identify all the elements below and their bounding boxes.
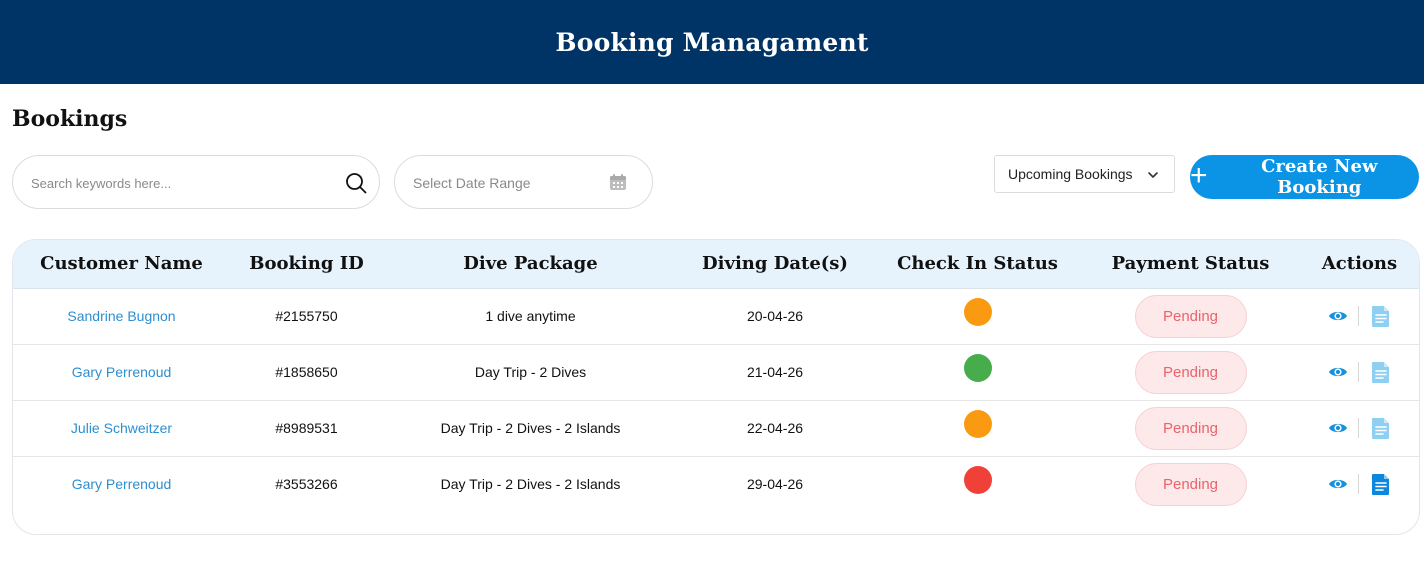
- customer-name-link[interactable]: Sandrine Bugnon: [13, 288, 230, 344]
- table-header-row: Customer Name Booking ID Dive Package Di…: [13, 240, 1419, 289]
- column-header-customer-name: Customer Name: [13, 240, 230, 289]
- chevron-down-icon: [1146, 168, 1160, 182]
- document-icon[interactable]: [1370, 305, 1392, 327]
- dive-package: Day Trip - 2 Dives - 2 Islands: [440, 476, 621, 493]
- document-icon[interactable]: [1370, 417, 1392, 439]
- payment-status-badge: Pending: [1134, 462, 1247, 506]
- check-in-status-dot: [963, 297, 992, 326]
- bookings-filter-select[interactable]: Upcoming Bookings: [994, 155, 1175, 193]
- actions-cell: [1298, 400, 1419, 456]
- table-row: Gary Perrenoud #3553266 Day Trip - 2 Div…: [13, 456, 1419, 512]
- customer-name-link[interactable]: Gary Perrenoud: [13, 456, 230, 512]
- date-range-picker: [394, 155, 653, 209]
- search-input[interactable]: [31, 171, 331, 195]
- dive-package: Day Trip - 2 Dives: [474, 364, 587, 380]
- column-header-dive-package: Dive Package: [383, 240, 678, 289]
- diving-date: 22-04-26: [746, 420, 804, 436]
- document-icon[interactable]: [1370, 473, 1392, 496]
- search-box: [12, 155, 380, 209]
- section-title: Bookings: [12, 106, 128, 132]
- document-icon[interactable]: [1370, 361, 1392, 383]
- dive-package: 1 dive anytime: [485, 308, 576, 324]
- actions-cell: [1298, 344, 1419, 400]
- action-divider: [1358, 362, 1359, 382]
- plus-icon: +: [1190, 158, 1208, 192]
- payment-status-cell: Pending: [1083, 344, 1298, 400]
- payment-status-cell: Pending: [1083, 400, 1298, 456]
- payment-status-cell: Pending: [1083, 456, 1298, 512]
- dive-package: Day Trip - 2 Dives - 2 Islands: [440, 420, 621, 436]
- date-range-input[interactable]: [413, 171, 603, 195]
- customer-name-link[interactable]: Gary Perrenoud: [13, 344, 230, 400]
- action-divider: [1358, 474, 1359, 495]
- check-in-status-cell: [872, 400, 1083, 456]
- check-in-status-cell: [872, 456, 1083, 512]
- check-in-status-cell: [872, 344, 1083, 400]
- diving-date: 21-04-26: [746, 364, 804, 380]
- booking-id: #1858650: [275, 364, 338, 380]
- column-header-actions: Actions: [1298, 240, 1419, 289]
- check-in-status-cell: [872, 288, 1083, 344]
- create-button-label: Create New Booking: [1261, 156, 1378, 198]
- payment-status-badge: Pending: [1134, 350, 1247, 394]
- app-header: Booking Managament: [0, 0, 1424, 84]
- booking-id: #3553266: [275, 476, 338, 493]
- view-eye-icon[interactable]: [1327, 417, 1349, 439]
- column-header-booking-id: Booking ID: [230, 240, 383, 289]
- customer-name-link[interactable]: Julie Schweitzer: [13, 400, 230, 456]
- booking-id: #8989531: [275, 420, 338, 436]
- check-in-status-dot: [963, 465, 992, 494]
- table-row: Gary Perrenoud #1858650 Day Trip - 2 Div…: [13, 344, 1419, 400]
- view-eye-icon[interactable]: [1327, 305, 1349, 327]
- payment-status-badge: Pending: [1134, 406, 1247, 450]
- table-row: Julie Schweitzer #8989531 Day Trip - 2 D…: [13, 400, 1419, 456]
- calendar-icon[interactable]: [608, 172, 628, 192]
- column-header-payment-status: Payment Status: [1083, 240, 1298, 289]
- search-icon[interactable]: [345, 172, 367, 194]
- actions-cell: [1298, 456, 1419, 512]
- page-title: Booking Managament: [555, 27, 869, 57]
- create-new-booking-button[interactable]: + Create New Booking: [1190, 155, 1419, 199]
- action-divider: [1358, 418, 1359, 438]
- diving-date: 29-04-26: [746, 476, 804, 493]
- view-eye-icon[interactable]: [1327, 361, 1349, 383]
- column-header-diving-dates: Diving Date(s): [678, 240, 872, 289]
- check-in-status-dot: [963, 353, 992, 382]
- filter-selected-label: Upcoming Bookings: [1008, 166, 1133, 182]
- bookings-table: Customer Name Booking ID Dive Package Di…: [12, 239, 1420, 535]
- view-eye-icon[interactable]: [1327, 473, 1349, 495]
- payment-status-cell: Pending: [1083, 288, 1298, 344]
- action-divider: [1358, 306, 1359, 326]
- column-header-check-in-status: Check In Status: [872, 240, 1083, 289]
- table-row: Sandrine Bugnon #2155750 1 dive anytime …: [13, 288, 1419, 344]
- actions-cell: [1298, 288, 1419, 344]
- check-in-status-dot: [963, 409, 992, 438]
- payment-status-badge: Pending: [1134, 294, 1247, 338]
- diving-date: 20-04-26: [746, 308, 804, 324]
- booking-id: #2155750: [275, 308, 338, 324]
